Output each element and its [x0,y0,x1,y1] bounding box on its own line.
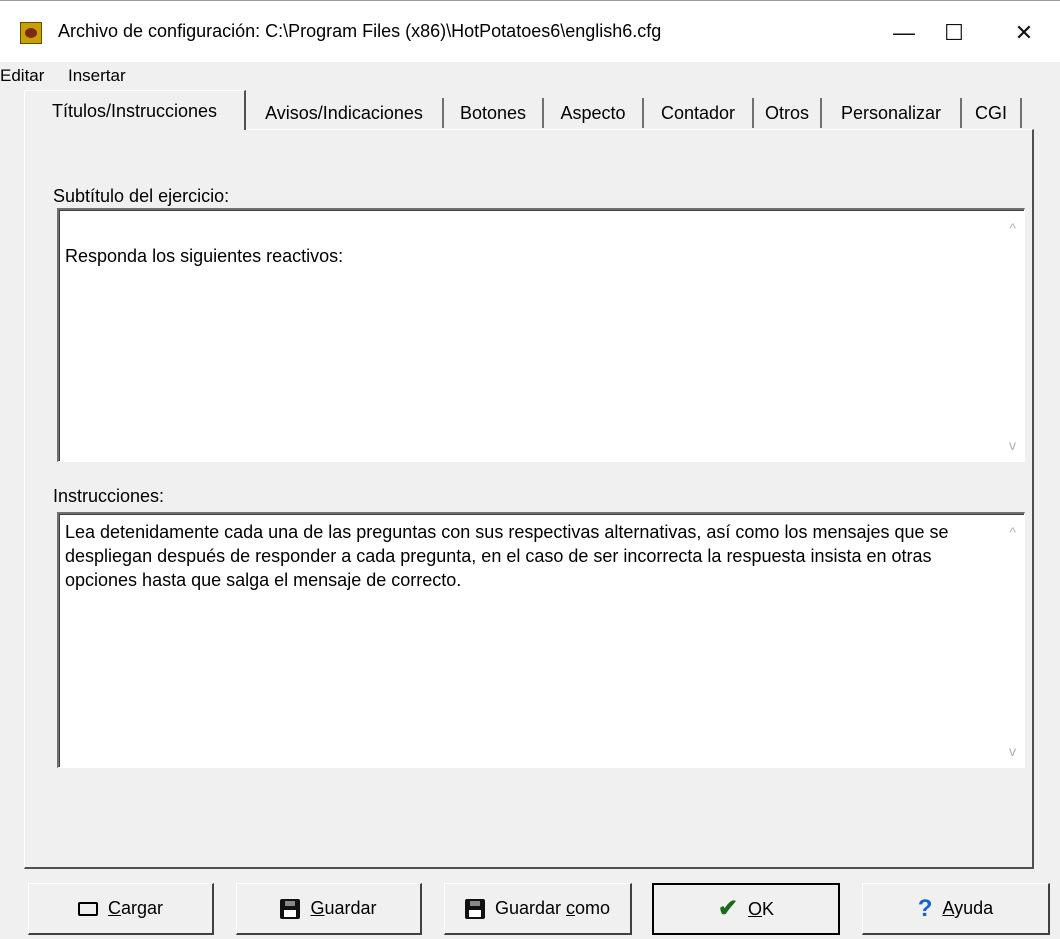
scroll-down-icon[interactable]: v [1009,437,1016,453]
tab-contador[interactable]: Contador [644,98,754,128]
tab-titulos-instrucciones[interactable]: Títulos/Instrucciones [24,90,246,130]
subtitle-textbox[interactable]: Responda los siguientes reactivos: ^ v [57,208,1025,462]
scroll-up-icon[interactable]: ^ [1009,220,1016,236]
tab-cgi[interactable]: CGI [962,98,1022,128]
save-button-label: Guardar [310,898,377,918]
scroll-up-icon[interactable]: ^ [1009,524,1016,540]
subtitle-label: Subtítulo del ejercicio: [53,186,230,206]
tab-personalizar[interactable]: Personalizar [822,98,962,128]
hotpotatoes-icon [20,22,42,44]
maximize-button[interactable]: ☐ [930,11,978,55]
ok-button[interactable]: ✔ OK [652,883,840,935]
floppy-icon [280,898,301,919]
subtitle-text: Responda los siguientes reactivos: [65,246,344,266]
folder-icon [77,901,98,916]
tab-avisos-indicaciones[interactable]: Avisos/Indicaciones [246,98,444,128]
save-button[interactable]: Guardar [236,883,422,935]
instructions-label: Instrucciones: [53,486,165,506]
ok-button-label: OK [748,898,775,919]
menu-editar[interactable]: Editar [0,66,44,86]
minimize-icon: — [893,20,915,45]
check-icon: ✔ [717,895,739,922]
window-title: Archivo de configuración: C:\Program Fil… [58,21,662,41]
save-as-button-label: Guardar como [494,898,611,918]
close-button[interactable]: ✕ [1000,11,1048,55]
help-button[interactable]: ? Ayuda [862,883,1050,935]
tab-strip: Títulos/Instrucciones Avisos/Indicacione… [24,90,1034,130]
instructions-textbox[interactable]: Lea detenidamente cada una de las pregun… [57,512,1025,768]
instructions-text: Lea detenidamente cada una de las pregun… [65,522,954,590]
load-button-label: Cargar [107,898,164,918]
tab-otros[interactable]: Otros [754,98,822,128]
tab-botones[interactable]: Botones [444,98,544,128]
menu-bar: Editar Insertar [0,62,1060,90]
tab-panel: Subtítulo del ejercicio: Responda los si… [24,129,1034,869]
save-as-button[interactable]: Guardar como [444,883,632,935]
close-icon: ✕ [1014,20,1034,45]
save-as-icon [464,898,485,919]
load-button[interactable]: Cargar [28,883,214,935]
help-icon: ? [917,894,933,922]
title-bar: Archivo de configuración: C:\Program Fil… [0,0,1060,63]
menu-insertar[interactable]: Insertar [68,66,126,86]
scroll-down-icon[interactable]: v [1009,743,1016,759]
maximize-icon: ☐ [944,20,964,45]
minimize-button[interactable]: — [880,11,928,55]
tab-aspecto[interactable]: Aspecto [544,98,644,128]
help-button-label: Ayuda [942,898,994,918]
